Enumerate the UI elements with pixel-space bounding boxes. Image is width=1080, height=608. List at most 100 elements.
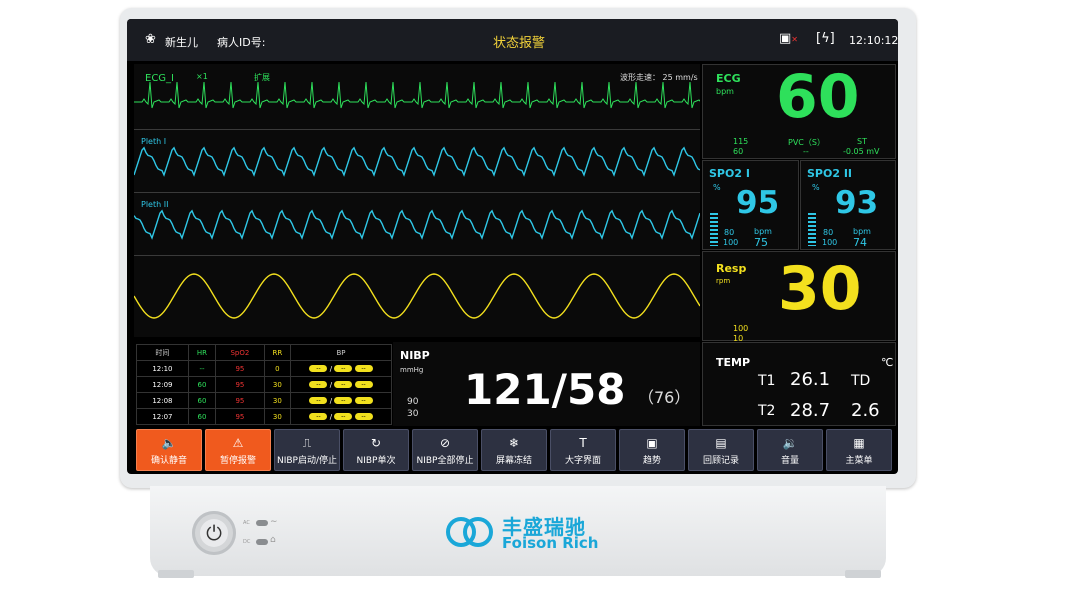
- ecg-param-name: ECG: [716, 72, 741, 85]
- t2-label: T2: [758, 403, 776, 419]
- trend-rr: 30: [263, 376, 292, 393]
- ecg-wave-panel[interactable]: ECG_I ×1 扩展 波形走速： 25 mm/s: [134, 64, 700, 130]
- battery-icon: ⌂: [270, 535, 276, 545]
- spo2-1-param-panel[interactable]: SPO2 I % 95 80 100 bpm 75: [702, 160, 799, 250]
- nibp-single-button[interactable]: ↻ NIBP单次: [343, 429, 409, 471]
- trend-spo2: 95: [215, 408, 265, 425]
- brand-logo-icon: [446, 517, 493, 547]
- nibp-value: 121/58: [464, 365, 626, 414]
- trend-hr: 60: [187, 376, 217, 393]
- trend-time: 12:08: [136, 392, 189, 409]
- table-row: 12:10 -- 95 0 -- / -- --: [136, 360, 392, 377]
- cycle-icon: ↻: [370, 436, 382, 450]
- pvc-value: --: [803, 147, 809, 156]
- volume-icon: 🔉: [782, 436, 798, 450]
- trend-rr: 0: [263, 360, 292, 377]
- nibp-start-stop-button[interactable]: ⎍ NIBP启动/停止: [274, 429, 340, 471]
- battery-charging-icon: [ϟ]: [816, 31, 835, 46]
- monitor-foot-right: [845, 570, 881, 578]
- freeze-screen-button[interactable]: ❄ 屏幕冻结: [481, 429, 547, 471]
- trend-table[interactable]: 时间 HR SpO2 RR BP 12:10 -- 95 0 -- / -- -…: [136, 344, 392, 425]
- pleth2-waveform: [134, 209, 700, 240]
- review-icon: ▤: [715, 436, 727, 450]
- nibp-low-limit: 30: [407, 409, 419, 419]
- nibp-unit: mmHg: [400, 366, 424, 374]
- ecg-waveform: [134, 81, 700, 109]
- nibp-stop-all-button[interactable]: ⊘ NIBP全部停止: [412, 429, 478, 471]
- t2-value: 28.7: [790, 400, 831, 421]
- button-label: 大字界面: [564, 456, 601, 466]
- trend-header-spo2: SpO2: [215, 344, 265, 361]
- button-label: 趋势: [642, 456, 661, 466]
- baby-icon[interactable]: ❀: [145, 32, 156, 47]
- cuff-icon: ⎍: [302, 436, 312, 450]
- clock: 12:10:12: [849, 34, 898, 47]
- snowflake-icon: ❄: [508, 436, 520, 450]
- spo2-2-value: 93: [835, 185, 879, 221]
- resp-unit: rpm: [716, 277, 731, 285]
- menu-icon: ▦: [853, 436, 865, 450]
- monitor-screen: ❀ 新生儿 病人ID号: 状态报警 ▣✕ [ϟ] 12:10:12 ECG_I …: [127, 19, 898, 474]
- alarm-status-title[interactable]: 状态报警: [493, 32, 545, 51]
- table-row: 12:09 60 95 30 -- / -- --: [136, 376, 392, 393]
- pleth2-wave-panel[interactable]: Pleth II: [134, 193, 700, 256]
- button-label: NIBP启动/停止: [276, 456, 338, 466]
- power-button[interactable]: ⏻: [192, 511, 236, 555]
- hr-low-limit: 60: [733, 147, 744, 156]
- st-value: -0.05 mV: [843, 147, 880, 156]
- spo2-1-low-limit: 80: [724, 228, 735, 237]
- button-label: NIBP单次: [356, 456, 396, 466]
- ac-indicator-led: [256, 520, 268, 526]
- resp-high-limit: 100: [733, 324, 749, 333]
- spo2-1-unit: %: [713, 183, 721, 192]
- alarm-icon: ⚠: [232, 436, 244, 450]
- trend-bp: -- / -- --: [290, 408, 392, 425]
- resp-waveform: [134, 273, 700, 319]
- button-label: 音量: [780, 456, 799, 466]
- td-label: TD: [851, 373, 871, 389]
- nibp-param-panel[interactable]: NIBP mmHg 121/58 （76） 90 30: [393, 342, 700, 426]
- spo2-1-name: SPO2 I: [709, 167, 750, 180]
- speaker-icon: 🔈: [161, 436, 177, 450]
- trend-spo2: 95: [215, 376, 265, 393]
- trend-button[interactable]: ▣ 趋势: [619, 429, 685, 471]
- trend-rr: 30: [263, 392, 292, 409]
- trend-header-time: 时间: [136, 344, 189, 361]
- resp-param-panel[interactable]: Resp rpm 30 100 10: [702, 251, 896, 343]
- resp-wave-panel[interactable]: [134, 256, 700, 337]
- trend-time: 12:09: [136, 376, 189, 393]
- pleth1-wave-panel[interactable]: Pleth I: [134, 130, 700, 193]
- heart-rate-value: 60: [776, 62, 860, 132]
- spo2-2-unit: %: [812, 183, 820, 192]
- review-button[interactable]: ▤ 回顾记录: [688, 429, 754, 471]
- silence-confirm-button[interactable]: 🔈 确认静音: [136, 429, 202, 471]
- main-menu-button[interactable]: ▦ 主菜单: [826, 429, 892, 471]
- trend-hr: 60: [187, 408, 217, 425]
- stop-all-icon: ⊘: [439, 436, 451, 450]
- trend-header-bp: BP: [290, 344, 392, 361]
- td-value: 2.6: [851, 400, 880, 421]
- ac-led-label: AC: [243, 520, 250, 526]
- big-font-icon: T: [579, 436, 587, 450]
- temp-param-panel[interactable]: TEMP ℃ T1 26.1 T2 28.7 TD 2.6: [702, 342, 896, 426]
- temp-name: TEMP: [716, 356, 751, 369]
- spo2-2-high-limit: 100: [822, 238, 838, 247]
- patient-id-label[interactable]: 病人ID号:: [217, 34, 265, 50]
- pause-alarm-button[interactable]: ⚠ 暂停报警: [205, 429, 271, 471]
- button-label: 回顾记录: [702, 456, 739, 466]
- trend-spo2: 95: [215, 392, 265, 409]
- bottom-toolbar: 🔈 确认静音 ⚠ 暂停报警 ⎍ NIBP启动/停止 ↻ NIBP单次 ⊘ NIBP全部停止…: [136, 429, 896, 471]
- dc-indicator-led: [256, 539, 268, 545]
- waveform-area: ECG_I ×1 扩展 波形走速： 25 mm/s Pleth I Pleth …: [134, 64, 700, 339]
- volume-button[interactable]: 🔉 音量: [757, 429, 823, 471]
- nibp-name: NIBP: [400, 349, 430, 362]
- trend-header-hr: HR: [187, 344, 217, 361]
- table-row: 12:07 60 95 30 -- / -- --: [136, 408, 392, 425]
- ecg-param-panel[interactable]: ECG bpm 60 115 60 PVC（S） -- ST -0.05 mV: [702, 62, 896, 159]
- trend-bp: -- / -- --: [290, 392, 392, 409]
- patient-type[interactable]: 新生儿: [165, 34, 198, 50]
- monitor-foot-left: [158, 570, 194, 578]
- big-font-button[interactable]: T 大字界面: [550, 429, 616, 471]
- trend-bp: -- / -- --: [290, 376, 392, 393]
- spo2-2-param-panel[interactable]: SPO2 II % 93 80 100 bpm 74: [800, 160, 896, 250]
